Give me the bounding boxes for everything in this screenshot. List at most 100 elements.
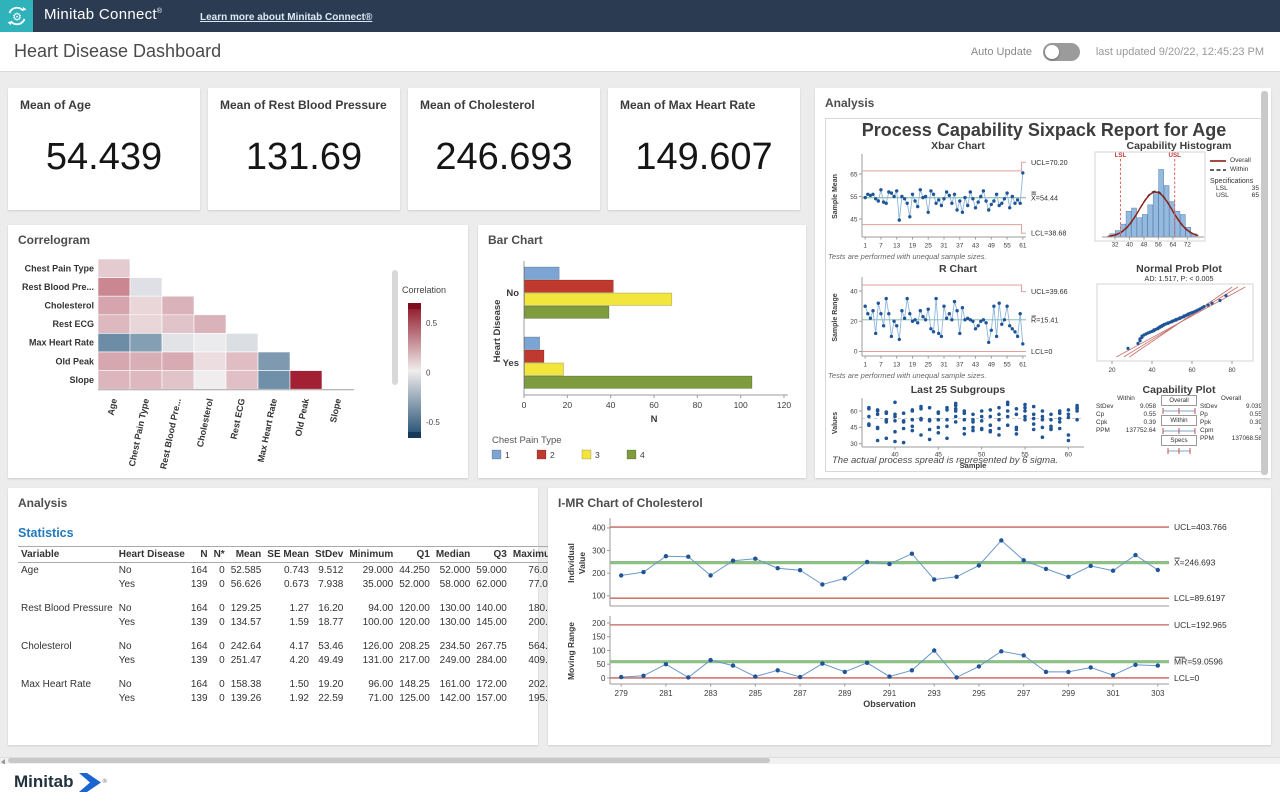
svg-text:UCL=39.66: UCL=39.66: [1031, 287, 1068, 296]
svg-text:Old Peak: Old Peak: [293, 397, 311, 438]
svg-text:43: 43: [972, 362, 980, 369]
svg-text:Correlation: Correlation: [402, 285, 446, 295]
histogram-legend: Overall Within SpecificationsLSL35USL65: [1210, 157, 1262, 199]
normal-prob-plot-svg: 20406080: [1096, 283, 1260, 375]
svg-text:UCL=70.20: UCL=70.20: [1031, 158, 1068, 167]
minitab-footer-logo[interactable]: Minitab ®: [14, 772, 107, 792]
svg-text:Old Peak: Old Peak: [55, 356, 95, 366]
svg-text:-0.5: -0.5: [426, 418, 440, 427]
svg-text:48: 48: [1141, 242, 1148, 249]
table-row: Max Heart RateNo1640158.381.5019.2096.00…: [18, 677, 562, 691]
svg-text:Chest Pain Type: Chest Pain Type: [492, 435, 562, 446]
svg-text:Rest ECG: Rest ECG: [229, 398, 247, 441]
svg-text:Rest Blood Pre...: Rest Blood Pre...: [158, 398, 183, 471]
xbar-note: Tests are performed with unequal sample …: [828, 252, 987, 261]
page-footer: Minitab ®: [0, 764, 1280, 802]
svg-text:1: 1: [863, 243, 867, 250]
svg-text:297: 297: [1017, 689, 1031, 698]
svg-text:293: 293: [928, 689, 942, 698]
svg-text:3: 3: [595, 450, 600, 460]
svg-text:Observation: Observation: [863, 699, 916, 709]
svg-text:Value: Value: [577, 552, 587, 574]
svg-text:LCL=0: LCL=0: [1174, 673, 1200, 683]
svg-text:Sample: Sample: [960, 461, 987, 470]
ad-statistic: AD: 1.517, P: < 0.005: [1108, 274, 1250, 283]
svg-text:40: 40: [891, 452, 899, 459]
svg-text:UCL=403.766: UCL=403.766: [1174, 522, 1227, 532]
kpi-card-mean-max-hr: Mean of Max Heart Rate 149.607: [608, 88, 800, 210]
svg-text:55: 55: [1021, 452, 1029, 459]
svg-text:100: 100: [592, 646, 606, 655]
toggle-knob: [1045, 45, 1059, 59]
r-note: Tests are performed with unequal sample …: [828, 371, 987, 380]
svg-text:80: 80: [693, 400, 703, 410]
minitab-connect-logo[interactable]: ⚙: [0, 0, 33, 32]
svg-text:1: 1: [863, 362, 867, 369]
svg-text:287: 287: [793, 689, 807, 698]
svg-text:Cholesterol: Cholesterol: [44, 301, 94, 311]
legend-item: Overall: [1210, 157, 1262, 164]
panel-scrollbar[interactable]: [1261, 91, 1268, 475]
horizontal-scrollbar-thumb[interactable]: [8, 758, 770, 763]
svg-text:289: 289: [838, 689, 852, 698]
svg-text:40: 40: [1148, 367, 1156, 374]
svg-text:USL: USL: [1169, 152, 1182, 159]
svg-text:LCL=0: LCL=0: [1031, 347, 1052, 356]
capability-interval-stack: OverallWithinSpecs: [1161, 395, 1197, 455]
svg-text:LCL=89.6197: LCL=89.6197: [1174, 593, 1226, 603]
svg-text:Moving Range: Moving Range: [566, 622, 576, 680]
svg-text:65: 65: [850, 171, 858, 178]
statistics-analysis-panel: Analysis Statistics VariableHeart Diseas…: [8, 488, 538, 745]
svg-text:301: 301: [1106, 689, 1120, 698]
kpi-card-mean-age: Mean of Age 54.439: [8, 88, 200, 210]
svg-text:0: 0: [426, 369, 431, 378]
svg-text:300: 300: [592, 546, 606, 555]
svg-text:50: 50: [597, 660, 606, 669]
svg-text:19: 19: [909, 243, 917, 250]
xbar-svg: 45556517131925313743495561UCL=70.20X=54.…: [828, 151, 1090, 250]
heart-disease-bar-chart-svg: NoYes020406080100120NHeart DiseaseChest …: [486, 253, 798, 468]
svg-text:25: 25: [925, 243, 933, 250]
svg-text:Heart Disease: Heart Disease: [492, 300, 503, 363]
kpi-card-mean-cholesterol: Mean of Cholesterol 246.693: [408, 88, 600, 210]
statistics-table: VariableHeart DiseaseNN*MeanSE MeanStDev…: [18, 546, 530, 705]
svg-text:Rest Blood Pre...: Rest Blood Pre...: [22, 282, 94, 292]
bar-chart-panel: Bar Chart NoYes020406080100120NHeart Dis…: [478, 225, 806, 478]
svg-text:40: 40: [606, 400, 616, 410]
svg-text:49: 49: [988, 243, 996, 250]
svg-text:45: 45: [850, 425, 858, 432]
svg-text:400: 400: [592, 524, 606, 533]
svg-text:4: 4: [640, 450, 645, 460]
last-updated-text: last updated 9/20/22, 12:45:23 PM: [1096, 46, 1264, 58]
page-header: Heart Disease Dashboard Auto Update last…: [0, 32, 1280, 72]
svg-text:291: 291: [883, 689, 897, 698]
kpi-card-mean-rest-bp: Mean of Rest Blood Pressure 131.69: [208, 88, 400, 210]
svg-text:Values: Values: [832, 412, 839, 434]
panel-title: I-MR Chart of Cholesterol: [558, 496, 703, 510]
svg-text:120: 120: [777, 400, 791, 410]
rchart-svg: 0204017131925313743495561UCL=39.66R=15.4…: [828, 274, 1090, 369]
kpi-value: 131.69: [208, 136, 400, 179]
panel-title: Bar Chart: [488, 233, 543, 247]
correlogram-scrollbar[interactable]: [392, 270, 398, 385]
learn-more-link[interactable]: Learn more about Minitab Connect®: [200, 12, 372, 23]
auto-update-toggle[interactable]: [1043, 43, 1080, 61]
imr_moving_range-svg: 0501001502002792812832852872892912932952…: [558, 614, 1261, 710]
specification-row: LSL35: [1210, 185, 1262, 192]
capability-stats-column: OverallStDev9.039Pp0.55Ppk0.39Cpm*PPM137…: [1200, 395, 1262, 443]
specification-row: USL65: [1210, 192, 1262, 199]
table-row: Yes1390134.571.5918.77100.00120.00130.00…: [18, 615, 562, 629]
correlogram-heatmap-svg: Chest Pain TypeRest Blood Pre...Choleste…: [16, 253, 392, 475]
svg-text:55: 55: [1003, 362, 1011, 369]
svg-text:20: 20: [1108, 367, 1116, 374]
svg-text:UCL=192.965: UCL=192.965: [1174, 620, 1227, 630]
svg-text:Rest ECG: Rest ECG: [52, 319, 94, 329]
svg-text:45: 45: [935, 452, 943, 459]
svg-text:0: 0: [522, 400, 527, 410]
statistics-subtitle[interactable]: Statistics: [18, 526, 74, 540]
svg-text:100: 100: [734, 400, 748, 410]
svg-text:7: 7: [879, 243, 883, 250]
svg-text:Age: Age: [106, 398, 119, 417]
legend-item: Within: [1210, 166, 1262, 173]
specifications-title: Specifications: [1210, 178, 1262, 185]
